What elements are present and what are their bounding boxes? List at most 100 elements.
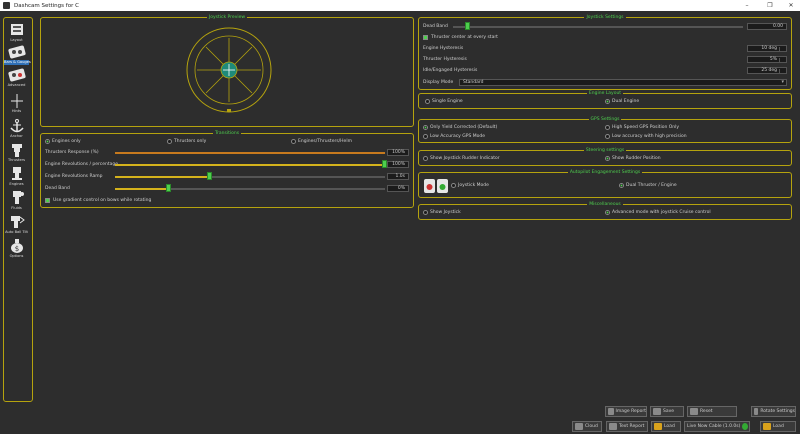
- joystick-settings-panel: Joystick Settings Dead Band 0.00 Thruste…: [418, 15, 792, 90]
- center-checkbox[interactable]: [423, 35, 428, 40]
- slider-label: Dead Band: [45, 186, 70, 191]
- folder-icon: [654, 423, 662, 430]
- sidebar-item-label: Anchor: [10, 134, 23, 138]
- sidebar-item-label: Layout: [10, 38, 23, 42]
- minimize-button[interactable]: –: [737, 0, 757, 11]
- window-title: Dashcam Settings for C: [14, 2, 79, 9]
- gradient-checkbox[interactable]: [45, 198, 50, 203]
- cloud-button[interactable]: Cloud: [572, 421, 602, 432]
- autopilot-option[interactable]: Dual Thruster / Engine: [619, 183, 677, 188]
- radio-icon: [605, 210, 610, 215]
- sidebar-item-advanced[interactable]: Advanced: [4, 67, 29, 88]
- slider-fill: [115, 152, 385, 154]
- sidebar-item-gauges[interactable]: Bars & Gauges: [4, 44, 31, 65]
- slider-fill: [115, 176, 210, 178]
- radio-icon: [167, 139, 172, 144]
- misc-option[interactable]: Advanced mode with joystick Cruise contr…: [605, 210, 711, 215]
- joystick-wheel[interactable]: [184, 23, 274, 118]
- sidebar-item-layout[interactable]: Layout: [4, 22, 29, 43]
- svg-text:$: $: [14, 245, 18, 253]
- live-now-cable-button[interactable]: Live Now Cable (1.0.0s): [684, 421, 750, 432]
- hints-icon: [10, 94, 23, 108]
- thrusters-icon: [11, 144, 22, 157]
- cloud-icon: [575, 423, 583, 430]
- steering-option[interactable]: Show Rudder Position: [605, 156, 661, 161]
- save-button[interactable]: Save: [650, 406, 684, 417]
- close-button[interactable]: ✕: [781, 0, 800, 11]
- dead-band-value[interactable]: 0.00: [747, 23, 787, 30]
- slider-value[interactable]: 100%: [387, 161, 409, 168]
- dead-band-handle[interactable]: [464, 22, 470, 30]
- sidebar-item-label: Thrusters: [7, 158, 26, 162]
- idle-hysteresis-spinbox[interactable]: 25 deg: [747, 67, 787, 74]
- sidebar-item-auto-tilt[interactable]: Auto Ball Tilt: [4, 214, 29, 235]
- single-engine-option[interactable]: Single Engine: [425, 99, 463, 104]
- gps-option[interactable]: Low accuracy with high precision: [605, 134, 687, 139]
- display-mode-dropdown[interactable]: Standard: [459, 79, 787, 86]
- image-report-button[interactable]: Image Report: [605, 406, 647, 417]
- radio-icon: [451, 183, 456, 188]
- dead-band-track[interactable]: [453, 26, 743, 28]
- radio-icon: [291, 139, 296, 144]
- slider-value[interactable]: 100%: [387, 149, 409, 156]
- slider-value[interactable]: 1.0s: [387, 173, 409, 180]
- sidebar-item-label: Bars & Gauges: [4, 60, 31, 65]
- settings-icon: [754, 408, 759, 415]
- sidebar-item-anchor[interactable]: Anchor: [4, 118, 29, 139]
- engines-icon: [11, 167, 22, 180]
- center-checkbox-label: Thruster center at every start: [431, 35, 498, 40]
- sidebar-item-hints[interactable]: Hints: [4, 93, 29, 114]
- mode-engines-only[interactable]: Engines only: [45, 139, 81, 144]
- sidebar-item-label: Hints: [11, 109, 22, 113]
- slider-value[interactable]: 0%: [387, 185, 409, 192]
- mode-thrusters-only[interactable]: Thrusters only: [167, 139, 206, 144]
- reset-button[interactable]: Reset: [687, 406, 737, 417]
- steering-settings-title: Steering settings: [583, 148, 627, 153]
- misc-option[interactable]: Show Joystick: [423, 210, 461, 215]
- status-icon: [742, 423, 749, 430]
- advanced-icon: [7, 68, 26, 82]
- radio-icon: [423, 210, 428, 215]
- steering-settings-panel: Steering settings Show Joystick Rudder I…: [418, 148, 792, 166]
- sidebar-item-options[interactable]: $ Options: [4, 238, 29, 259]
- gps-option[interactable]: Only Yield Corrected (Default): [423, 125, 497, 130]
- maximize-button[interactable]: ❐: [760, 0, 780, 11]
- gps-settings-panel: GPS Settings Only Yield Corrected (Defau…: [418, 117, 792, 143]
- slider-label: Thrusters Response (%): [45, 150, 99, 155]
- dead-band-label: Dead Band: [423, 24, 448, 29]
- mode-engines-thrusters-helm[interactable]: Engines/Thrusters/Helm: [291, 139, 352, 144]
- slider-handle[interactable]: [206, 172, 212, 180]
- load-button[interactable]: Load: [651, 421, 681, 432]
- radio-icon: [45, 139, 50, 144]
- autopilot-option[interactable]: Joystick Mode: [451, 183, 489, 188]
- camera-icon: [608, 408, 614, 415]
- thruster-hysteresis-spinbox[interactable]: 5%: [747, 56, 787, 63]
- engine-layout-panel: Engine Layout Single Engine Dual Engine: [418, 91, 792, 109]
- misc-panel: Miscellaneous Show Joystick Advanced mod…: [418, 202, 792, 220]
- tilt-icon: [10, 216, 25, 228]
- gps-option[interactable]: Low Accuracy GPS Mode: [423, 134, 485, 139]
- engine-icon: [424, 179, 448, 193]
- rotate-settings-button[interactable]: Rotate Settings: [751, 406, 796, 417]
- joystick-preview-title: Joystick Preview: [206, 15, 248, 20]
- gps-option[interactable]: High Speed GPS Position Only: [605, 125, 679, 130]
- radio-icon: [423, 156, 428, 161]
- engine-hysteresis-spinbox[interactable]: 10 deg: [747, 45, 787, 52]
- joystick-preview-panel: Joystick Preview: [40, 15, 414, 127]
- sidebar-item-fluids[interactable]: Fluids: [4, 190, 29, 211]
- slider-fill: [115, 188, 169, 190]
- sidebar-item-label: Advanced: [7, 83, 26, 87]
- radio-icon: [423, 125, 428, 130]
- gps-settings-title: GPS Settings: [588, 117, 622, 122]
- text-report-button[interactable]: Text Report: [606, 421, 648, 432]
- dual-engine-option[interactable]: Dual Engine: [605, 99, 639, 104]
- steering-option[interactable]: Show Joystick Rudder Indicator: [423, 156, 500, 161]
- load-file-button[interactable]: Load: [760, 421, 796, 432]
- radio-icon: [605, 156, 610, 161]
- radio-icon: [605, 125, 610, 130]
- misc-title: Miscellaneous: [587, 202, 623, 207]
- sidebar-item-engines[interactable]: Engines: [4, 166, 29, 187]
- slider-handle[interactable]: [166, 184, 171, 192]
- sidebar-item-thrusters[interactable]: Thrusters: [4, 142, 29, 163]
- sidebar-item-label: Engines: [9, 182, 24, 186]
